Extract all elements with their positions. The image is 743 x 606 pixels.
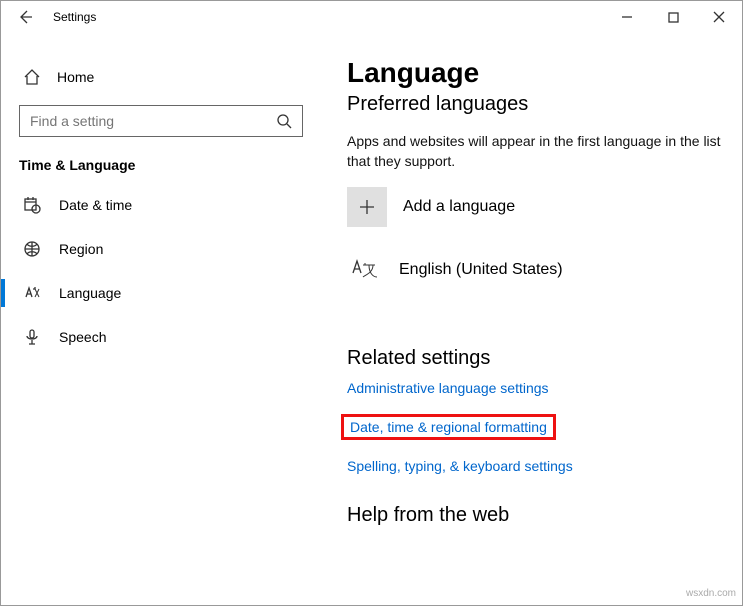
back-button[interactable] (1, 1, 49, 33)
related-settings-heading: Related settings (347, 347, 724, 370)
home-button[interactable]: Home (1, 57, 321, 97)
sidebar-item-region[interactable]: Region (1, 227, 321, 271)
link-date-time-regional[interactable]: Date, time & regional formatting (341, 414, 556, 440)
globe-icon (23, 240, 41, 258)
language-item[interactable]: English (United States) (347, 249, 724, 291)
search-input[interactable] (19, 105, 303, 137)
link-spelling-typing-keyboard[interactable]: Spelling, typing, & keyboard settings (347, 458, 573, 474)
sidebar-item-label: Language (59, 285, 121, 301)
window-title: Settings (49, 10, 96, 24)
help-heading: Help from the web (347, 504, 724, 527)
minimize-button[interactable] (604, 1, 650, 33)
home-icon (23, 68, 41, 86)
maximize-icon (668, 12, 679, 23)
section-title: Time & Language (1, 137, 321, 183)
sidebar-item-label: Date & time (59, 197, 132, 213)
sidebar-item-label: Speech (59, 329, 106, 345)
search-icon (266, 113, 302, 129)
calendar-clock-icon (23, 196, 41, 214)
search-field[interactable] (20, 113, 266, 129)
minimize-icon (621, 11, 633, 23)
page-subheading: Preferred languages (347, 93, 724, 116)
sidebar-item-label: Region (59, 241, 103, 257)
microphone-icon (23, 328, 41, 346)
sidebar: Home Time & Language Date & time Region … (1, 33, 321, 605)
maximize-button[interactable] (650, 1, 696, 33)
language-az-icon (347, 253, 381, 287)
main-content: Language Preferred languages Apps and we… (321, 33, 742, 605)
close-icon (713, 11, 725, 23)
home-label: Home (57, 69, 94, 85)
sidebar-item-language[interactable]: Language (1, 271, 321, 315)
arrow-left-icon (17, 9, 33, 25)
sidebar-item-speech[interactable]: Speech (1, 315, 321, 359)
plus-icon (347, 187, 387, 227)
language-icon (23, 284, 41, 302)
watermark: wsxdn.com (686, 588, 736, 599)
add-language-button[interactable]: Add a language (347, 187, 724, 227)
close-button[interactable] (696, 1, 742, 33)
titlebar: Settings (1, 1, 742, 33)
page-heading: Language (347, 57, 724, 89)
add-language-label: Add a language (403, 198, 515, 216)
description-text: Apps and websites will appear in the fir… (347, 132, 724, 171)
link-admin-lang-settings[interactable]: Administrative language settings (347, 380, 549, 396)
sidebar-item-date-time[interactable]: Date & time (1, 183, 321, 227)
language-name: English (United States) (399, 261, 563, 279)
